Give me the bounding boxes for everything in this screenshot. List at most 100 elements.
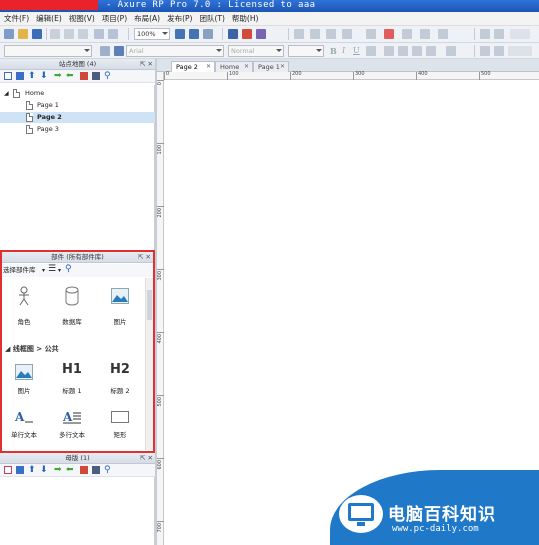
align-center-icon[interactable]	[398, 46, 408, 56]
panel-controls[interactable]: ⇱ ✕	[140, 453, 153, 464]
paste-icon[interactable]	[78, 29, 88, 39]
order-back-icon[interactable]	[494, 29, 504, 39]
close-icon[interactable]: ✕	[244, 62, 249, 72]
indent-icon[interactable]: ➡	[54, 466, 62, 475]
share-icon[interactable]	[242, 29, 252, 39]
outdent-icon[interactable]: ⬅	[66, 72, 74, 81]
group-icon[interactable]	[510, 29, 530, 39]
widget-text-area[interactable]: A 多行文本	[52, 407, 92, 441]
delete-master-icon[interactable]	[80, 466, 88, 474]
line-style-icon[interactable]	[342, 29, 352, 39]
redo-icon[interactable]	[108, 29, 118, 39]
outdent-icon[interactable]: ⬅	[66, 466, 74, 475]
search-icon[interactable]: ⚲	[104, 466, 112, 475]
underline-button[interactable]: U	[353, 46, 360, 55]
text-size-icon[interactable]	[446, 46, 456, 56]
text-highlight-icon[interactable]	[402, 29, 412, 39]
distribute-icon[interactable]	[480, 46, 490, 56]
font-color-icon[interactable]	[384, 29, 394, 39]
open-folder-icon[interactable]	[18, 29, 28, 39]
lock-icon[interactable]	[494, 46, 504, 56]
tree-row-page-1[interactable]: Page 1	[0, 100, 155, 111]
fill-color-icon[interactable]	[294, 29, 304, 39]
widget-rectangle[interactable]: 矩形	[100, 407, 140, 441]
collapse-icon[interactable]: ◢	[4, 88, 9, 99]
font-style-select[interactable]: Normal	[228, 45, 284, 57]
valign-icon[interactable]	[426, 46, 436, 56]
line-width-icon[interactable]	[326, 29, 336, 39]
sitemap-tree-icon[interactable]	[92, 72, 100, 80]
font-family-select[interactable]: Arial	[126, 45, 224, 57]
style-select[interactable]	[4, 45, 92, 57]
select-mode-icon[interactable]	[175, 29, 185, 39]
copy-icon[interactable]	[64, 29, 74, 39]
bold-button[interactable]: B	[330, 46, 337, 56]
format-painter-icon[interactable]	[100, 46, 110, 56]
menu-team[interactable]: 团队(T)	[199, 13, 224, 24]
zoom-select[interactable]: 100%	[134, 28, 170, 40]
align-icon[interactable]	[438, 29, 448, 39]
add-folder-icon[interactable]	[16, 466, 24, 474]
widget-section-header[interactable]: ◢ 线框图 > 公共	[5, 344, 59, 354]
menu-help[interactable]: 帮助(H)	[232, 13, 259, 24]
align-right-icon[interactable]	[412, 46, 422, 56]
menu-publish[interactable]: 发布(P)	[167, 13, 192, 24]
widgets-scrollbar[interactable]	[145, 278, 153, 450]
search-icon[interactable]: ⚲	[65, 263, 72, 276]
add-page-icon[interactable]	[4, 72, 12, 80]
search-icon[interactable]: ⚲	[104, 72, 112, 81]
move-up-icon[interactable]: ⬆	[28, 72, 36, 81]
tree-row-page-2[interactable]: Page 2	[0, 112, 155, 123]
widget-heading-1[interactable]: H1 标题 1	[52, 362, 92, 396]
align-left-icon[interactable]	[384, 46, 394, 56]
bullet-list-icon[interactable]	[420, 29, 430, 39]
save-icon[interactable]	[32, 29, 42, 39]
undo-icon[interactable]	[94, 29, 104, 39]
text-color-icon[interactable]	[366, 46, 376, 56]
publish-icon[interactable]	[256, 29, 266, 39]
delete-page-icon[interactable]	[80, 72, 88, 80]
panel-controls[interactable]: ⇱ ✕	[140, 59, 153, 70]
new-file-icon[interactable]	[4, 29, 14, 39]
brush-icon[interactable]	[114, 46, 124, 56]
title-bar: - Axure RP Pro 7.0 : Licensed to aaa	[0, 0, 539, 12]
arrow-style-icon[interactable]	[366, 29, 376, 39]
add-master-icon[interactable]	[4, 466, 12, 474]
menu-layout[interactable]: 布局(A)	[134, 13, 160, 24]
master-tree-icon[interactable]	[92, 466, 100, 474]
menu-view[interactable]: 视图(V)	[69, 13, 95, 24]
cut-icon[interactable]	[50, 29, 60, 39]
add-folder-icon[interactable]	[16, 72, 24, 80]
panel-controls[interactable]: ⇱ ✕	[138, 252, 151, 263]
pen-icon[interactable]	[203, 29, 213, 39]
connector-icon[interactable]	[189, 29, 199, 39]
move-up-icon[interactable]: ⬆	[28, 466, 36, 475]
close-icon[interactable]: ✕	[280, 62, 285, 72]
font-size-select[interactable]	[288, 45, 324, 57]
widget-heading-2[interactable]: H2 标题 2	[100, 362, 140, 396]
widget-database[interactable]: 数据库	[52, 286, 92, 326]
widget-actor[interactable]: 角色	[4, 286, 44, 326]
move-down-icon[interactable]: ⬇	[40, 72, 48, 81]
line-color-icon[interactable]	[310, 29, 320, 39]
italic-button[interactable]: I	[342, 46, 345, 55]
tab-page-1[interactable]: Page 1 ✕	[253, 61, 289, 72]
tree-row-home[interactable]: ◢ Home	[0, 88, 155, 99]
library-select[interactable]: 选择部件库	[3, 264, 36, 277]
preview-icon[interactable]	[228, 29, 238, 39]
menu-edit[interactable]: 编辑(E)	[36, 13, 62, 24]
menu-lines-icon[interactable]: ☰	[48, 263, 56, 276]
close-icon[interactable]: ✕	[206, 62, 211, 72]
dropdown-icon[interactable]: ▾	[42, 264, 45, 277]
widget-image[interactable]: 图片	[100, 286, 140, 326]
order-front-icon[interactable]	[480, 29, 490, 39]
tree-row-page-3[interactable]: Page 3	[0, 124, 155, 135]
widget-image-2[interactable]: 图片	[4, 362, 44, 396]
menu-dropdown-icon[interactable]: ▾	[58, 264, 61, 277]
indent-icon[interactable]: ➡	[54, 72, 62, 81]
widget-text-field[interactable]: A 单行文本	[4, 407, 44, 441]
menu-project[interactable]: 项目(P)	[102, 13, 127, 24]
move-down-icon[interactable]: ⬇	[40, 466, 48, 475]
more-icon[interactable]	[508, 46, 532, 56]
menu-file[interactable]: 文件(F)	[4, 13, 29, 24]
